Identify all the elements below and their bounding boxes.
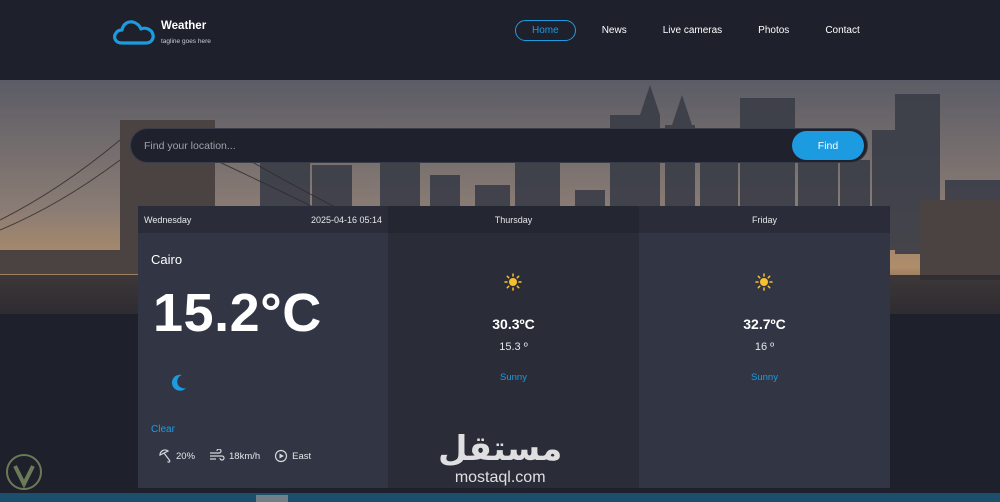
wind-icon xyxy=(210,449,225,461)
watermark-latin: mostaql.com xyxy=(454,469,546,486)
watermark-arabic: مستقل xyxy=(438,429,563,469)
site-header: Weather tagline goes here Home News Live… xyxy=(0,0,1000,80)
wind-direction-stat: East xyxy=(274,449,311,463)
forecast-day-name: Friday xyxy=(639,206,890,233)
taskbar-thumb[interactable] xyxy=(256,495,288,502)
forecast-card-friday: Friday 32.7ºC 16 º Sunny xyxy=(639,206,890,488)
nav-live-cameras[interactable]: Live cameras xyxy=(645,20,740,41)
watermark: مستقل mostaql.com xyxy=(438,432,562,487)
current-stats: 20% 18km/h East xyxy=(158,449,325,463)
forecast-high-temp: 32.7ºC xyxy=(743,316,786,332)
humidity-value: 20% xyxy=(176,450,196,462)
city-name: Cairo xyxy=(151,252,183,267)
forecast-high-temp: 30.3ºC xyxy=(492,316,535,332)
taskbar-strip xyxy=(0,493,1000,502)
find-button[interactable]: Find xyxy=(792,131,864,160)
location-search-bar: Find xyxy=(130,128,868,163)
forecast-low-temp: 15.3 º xyxy=(499,341,528,353)
logo[interactable]: Weather tagline goes here xyxy=(112,18,211,46)
nav-news[interactable]: News xyxy=(584,20,645,41)
wind-direction-value: East xyxy=(292,450,312,462)
umbrella-icon xyxy=(159,449,171,463)
today-forecast-card: Wednesday 2025-04-16 05:14 Cairo 15.2°C … xyxy=(138,206,388,488)
compass-icon xyxy=(275,449,288,463)
brand-tagline: tagline goes here xyxy=(161,38,211,45)
forecast-condition: Sunny xyxy=(751,372,778,383)
current-temperature: 15.2°C xyxy=(153,283,322,343)
current-condition: Clear xyxy=(151,424,175,435)
forecast-condition: Sunny xyxy=(500,372,527,383)
today-datetime: 2025-04-16 05:14 xyxy=(310,214,382,225)
location-search-input[interactable] xyxy=(144,129,784,162)
wind-speed-stat: 18km/h xyxy=(209,449,260,463)
humidity-stat: 20% xyxy=(158,449,195,463)
moon-icon xyxy=(171,374,186,391)
today-card-header: Wednesday 2025-04-16 05:14 xyxy=(138,206,388,233)
shield-logo-icon xyxy=(6,454,42,490)
forecast-low-temp: 16 º xyxy=(754,341,775,353)
sun-icon xyxy=(504,273,522,291)
brand-name: Weather xyxy=(161,20,207,32)
nav-contact[interactable]: Contact xyxy=(807,20,877,41)
nav-photos[interactable]: Photos xyxy=(740,20,807,41)
sun-icon xyxy=(755,273,773,291)
main-nav: Home News Live cameras Photos Contact xyxy=(515,20,878,41)
today-day-name: Wednesday xyxy=(144,214,192,225)
cloud-icon xyxy=(113,20,155,45)
forecast-day-name: Thursday xyxy=(388,206,639,233)
nav-home[interactable]: Home xyxy=(515,20,576,41)
wind-speed-value: 18km/h xyxy=(229,450,261,462)
